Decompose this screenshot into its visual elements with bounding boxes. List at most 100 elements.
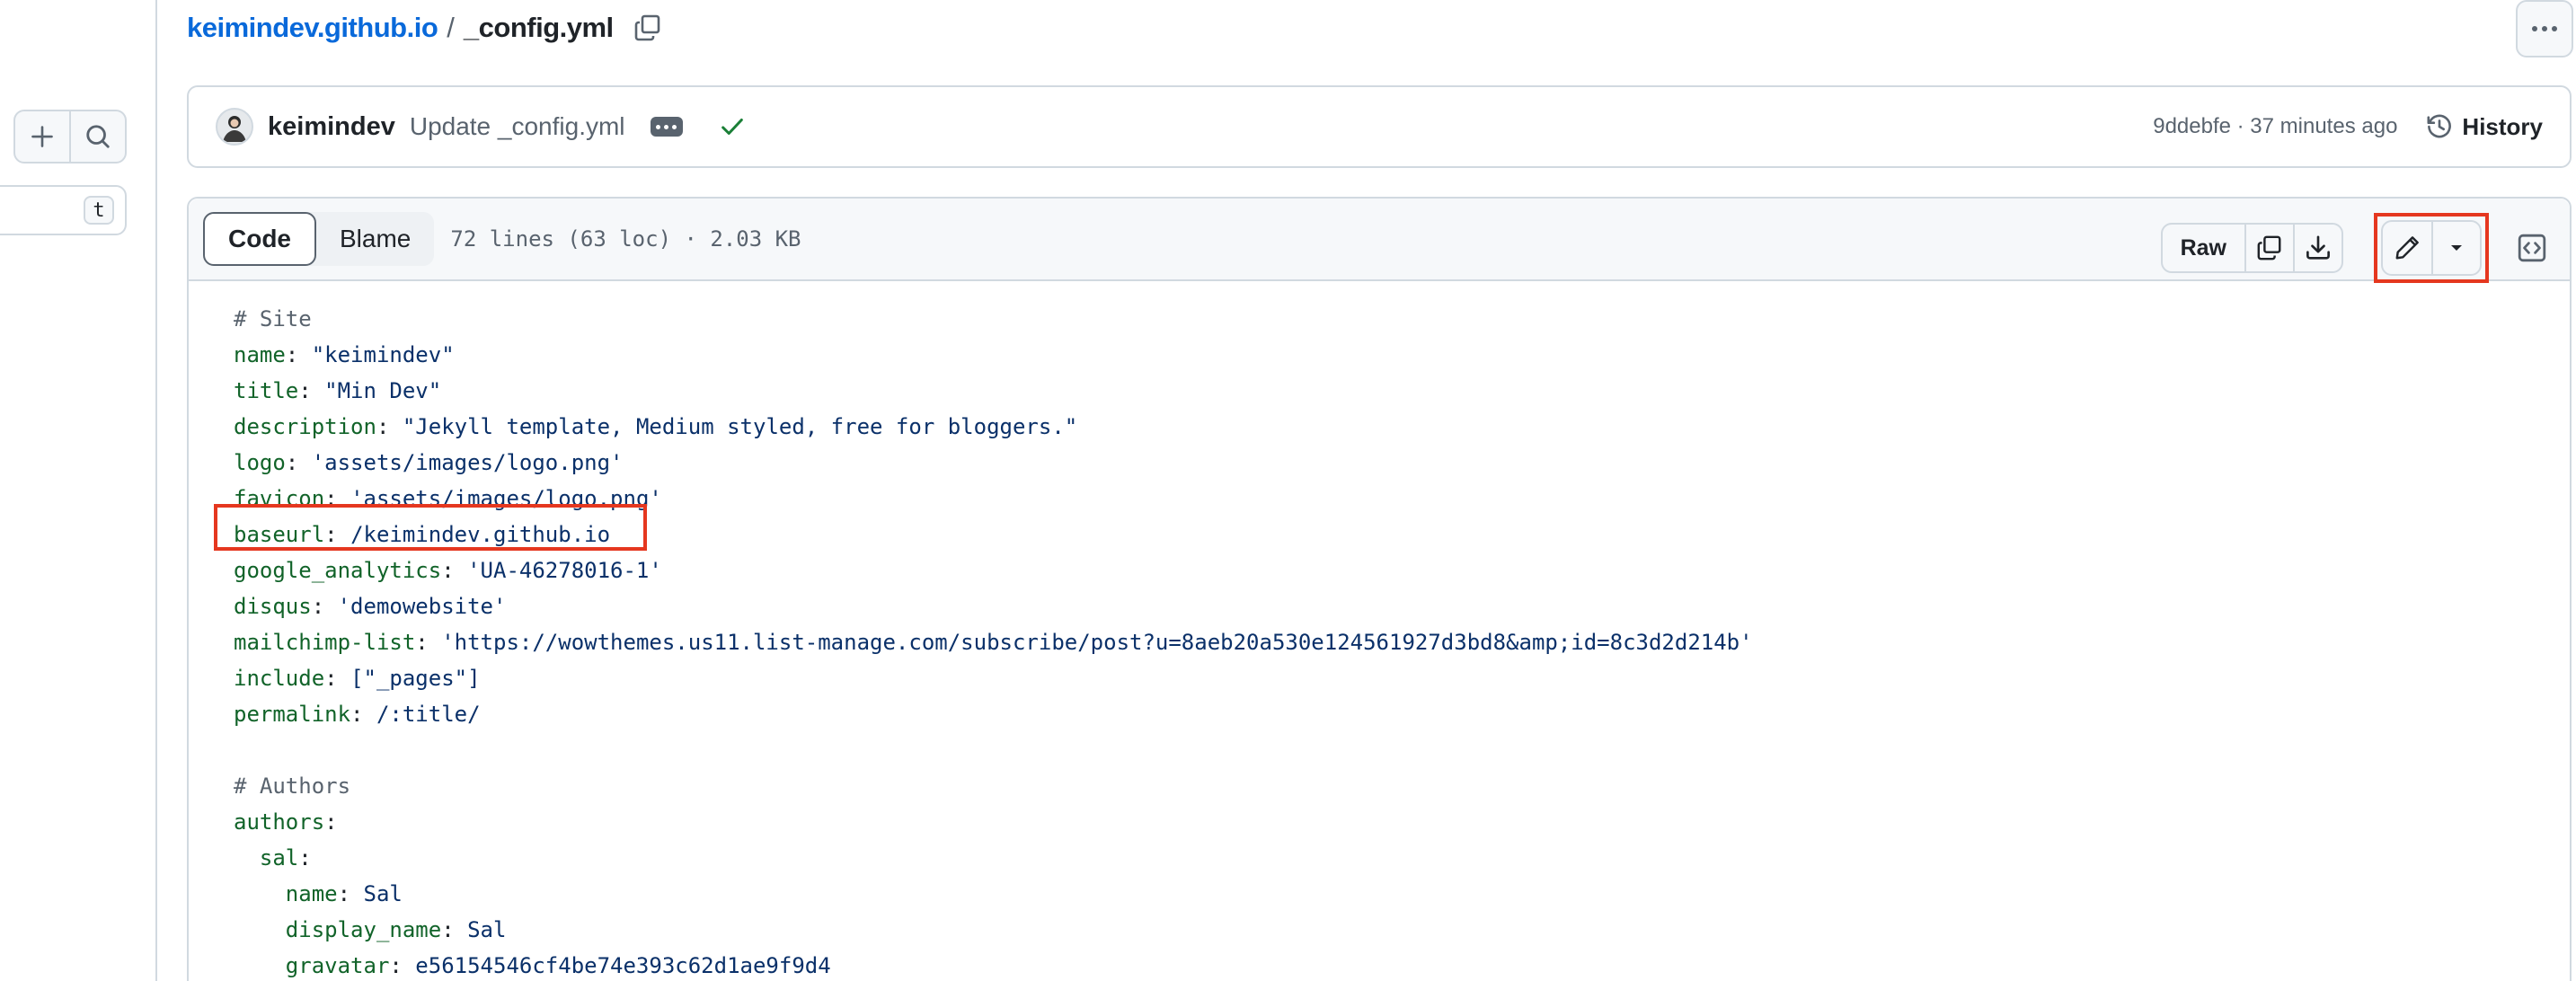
code-value: "Jekyll template, Medium styled, free fo…: [402, 414, 1078, 439]
copy-icon: [2257, 235, 2281, 261]
tab-blame[interactable]: Blame: [316, 212, 434, 266]
code-key: google_analytics: [234, 558, 442, 583]
code-key: gravatar: [285, 953, 390, 978]
code-line: # Authors: [189, 768, 2570, 804]
search-files-button[interactable]: [69, 111, 125, 162]
baseurl-highlight-box: [214, 504, 647, 551]
edit-highlight-box: [2374, 213, 2489, 283]
code-value: 'UA-46278016-1': [467, 558, 662, 583]
code-line: authors:: [234, 809, 338, 835]
commit-sha-time[interactable]: 9ddebfe · 37 minutes ago: [2153, 114, 2397, 139]
file-viewer: Code Blame 72 lines (63 loc) · 2.03 KB R…: [187, 197, 2572, 981]
shortcut-key: t: [84, 196, 114, 225]
code-line: mailchimp-list: 'https://wowthemes.us11.…: [234, 630, 1753, 655]
code-key: title: [234, 378, 299, 403]
download-icon: [2306, 235, 2330, 260]
author-avatar[interactable]: [216, 108, 253, 146]
file-toolbar: Raw: [2160, 213, 2557, 283]
code-line: logo: 'assets/images/logo.png': [234, 450, 624, 475]
code-key: name: [234, 342, 286, 367]
symbols-panel-button[interactable]: [2507, 223, 2557, 273]
raw-actions-group: Raw: [2160, 223, 2343, 273]
code-value: Sal: [467, 917, 507, 942]
copy-path-button[interactable]: [633, 13, 662, 42]
code-line: name: Sal: [189, 876, 2570, 912]
code-value: Sal: [363, 881, 403, 906]
code-key: mailchimp-list: [234, 630, 416, 655]
code-key: permalink: [234, 702, 351, 727]
breadcrumb-separator: /: [447, 12, 455, 43]
code-content: # Site name: "keimindev" title: "Min Dev" d…: [189, 281, 2570, 981]
breadcrumb-repo-link[interactable]: keimindev.github.io: [187, 12, 438, 44]
code-line: gravatar: e56154546cf4be74e393c62d1ae9f9…: [189, 948, 2570, 981]
copy-icon: [634, 14, 659, 41]
code-key: authors: [234, 809, 325, 835]
code-line: title: "Min Dev": [234, 378, 442, 403]
code-line: disqus: 'demowebsite': [234, 594, 507, 619]
code-key: name: [285, 881, 338, 906]
code-key: disqus: [234, 594, 312, 619]
commit-status-check[interactable]: [719, 113, 746, 140]
code-key: display_name: [285, 917, 442, 942]
code-line: description: "Jekyll template, Medium st…: [234, 414, 1078, 439]
expand-commit-button[interactable]: [650, 117, 683, 137]
code-value: e56154546cf4be74e393c62d1ae9f9d4: [415, 953, 831, 978]
sidebar-actions: [13, 110, 127, 164]
edit-dropdown-button[interactable]: [2431, 222, 2480, 274]
code-value: ["_pages"]: [350, 666, 481, 691]
file-info: 72 lines (63 loc) · 2.03 KB: [450, 226, 801, 252]
kebab-horizontal-icon: [2532, 26, 2557, 31]
code-key: include: [234, 666, 325, 691]
commit-message-link[interactable]: Update _config.yml: [410, 112, 625, 141]
code-line: name: "keimindev": [234, 342, 455, 367]
code-value: 'demowebsite': [337, 594, 507, 619]
check-icon: [721, 119, 743, 135]
breadcrumb-file-name: _config.yml: [463, 12, 614, 43]
code-key: sal: [259, 845, 299, 871]
history-button[interactable]: History: [2426, 113, 2543, 141]
triangle-down-icon: [2451, 245, 2462, 251]
code-key: logo: [234, 450, 286, 475]
file-header: Code Blame 72 lines (63 loc) · 2.03 KB R…: [189, 199, 2570, 283]
raw-button[interactable]: Raw: [2163, 225, 2244, 271]
code-value: 'https://wowthemes.us11.list-manage.com/…: [441, 630, 1753, 655]
code-value: "keimindev": [311, 342, 455, 367]
search-icon: [86, 125, 110, 148]
add-file-button[interactable]: [15, 111, 69, 162]
latest-commit-bar: keimindev Update _config.yml 9ddebfe · 3…: [187, 85, 2572, 168]
code-line: google_analytics: 'UA-46278016-1': [234, 558, 662, 583]
code-line: sal:: [189, 840, 2570, 876]
code-value: "Min Dev": [324, 378, 442, 403]
code-line: include: ["_pages"]: [234, 666, 481, 691]
tab-code[interactable]: Code: [203, 212, 316, 266]
code-value: 'assets/images/logo.png': [311, 450, 624, 475]
edit-actions-group: [2381, 220, 2482, 276]
plus-icon: [31, 126, 53, 147]
avatar-icon: [223, 116, 246, 142]
code-line: # Site: [189, 301, 2570, 337]
copy-raw-button[interactable]: [2244, 225, 2293, 271]
pencil-icon: [2395, 236, 2419, 260]
code-comment: # Authors: [234, 773, 351, 799]
code-square-icon: [2518, 234, 2546, 262]
code-value: /:title/: [376, 702, 481, 727]
code-key: description: [234, 414, 376, 439]
go-to-file-input[interactable]: t: [0, 185, 127, 235]
history-label: History: [2462, 112, 2543, 140]
edit-file-button[interactable]: [2383, 222, 2431, 274]
view-mode-toggle: Code Blame: [203, 212, 435, 266]
code-line: permalink: /:title/: [234, 702, 481, 727]
breadcrumb: keimindev.github.io / _config.yml: [187, 9, 662, 47]
more-options-button[interactable]: [2516, 0, 2573, 57]
file-tree-sidebar: t: [0, 0, 157, 981]
code-comment: # Site: [234, 306, 312, 331]
history-icon: [2427, 114, 2452, 138]
download-button[interactable]: [2293, 225, 2341, 271]
code-line: display_name: Sal: [189, 912, 2570, 948]
commit-author-link[interactable]: keimindev: [268, 112, 395, 142]
